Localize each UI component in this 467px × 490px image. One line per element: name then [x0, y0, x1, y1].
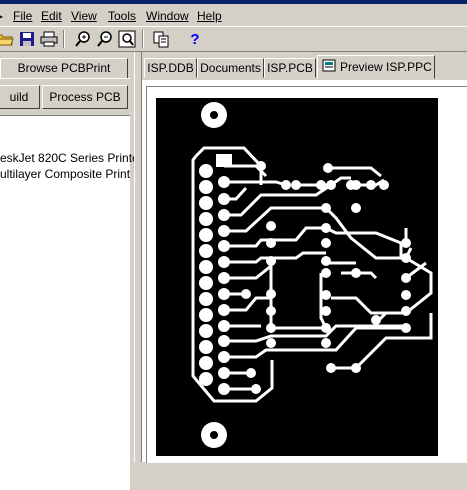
- menu-window[interactable]: Window: [146, 8, 189, 24]
- tab-browse-pcbprint[interactable]: Browse PCBPrint: [0, 58, 128, 78]
- menu-edit-label: Edit: [41, 9, 62, 23]
- toolbar-separator: [142, 30, 144, 48]
- toolbar: ?: [0, 26, 467, 52]
- document-tabs: ISP.DDB Documents ISP.PCB Preview ISP.PP…: [142, 52, 467, 80]
- tab-preview-label: Preview ISP.PPC: [340, 60, 432, 74]
- tab-isp-pcb[interactable]: ISP.PCB: [264, 58, 316, 78]
- menu-help[interactable]: Help: [197, 8, 222, 24]
- toolbar-separator: [63, 30, 65, 48]
- zoom-fit-icon[interactable]: [118, 30, 136, 48]
- zoom-in-icon[interactable]: [74, 30, 92, 48]
- menu-help-label: Help: [197, 9, 222, 23]
- copy-icon[interactable]: [152, 30, 170, 48]
- process-pcb-button[interactable]: Process PCB: [42, 85, 128, 109]
- tab-isp-ddb[interactable]: ISP.DDB: [144, 58, 197, 78]
- printer-item[interactable]: eskJet 820C Series Printer: [0, 150, 143, 166]
- menu-arrow-icon: ▸: [0, 9, 4, 23]
- browse-panel: Browse PCBPrint uild Process PCB eskJet …: [0, 52, 143, 490]
- panel-splitter[interactable]: [134, 52, 142, 462]
- menu-view[interactable]: View: [71, 8, 97, 24]
- pcb-board-preview[interactable]: [156, 98, 438, 456]
- help-icon[interactable]: ?: [186, 30, 204, 48]
- menu-window-label: Window: [146, 9, 189, 23]
- printer-list: eskJet 820C Series Printer ultilayer Com…: [0, 115, 143, 490]
- menu-tools[interactable]: Tools: [108, 8, 136, 24]
- menu-tools-label: Tools: [108, 9, 137, 23]
- pcb-artwork: [191, 102, 433, 448]
- menu-edit[interactable]: Edit: [41, 8, 62, 24]
- menu-file[interactable]: File: [13, 8, 32, 24]
- open-folder-icon[interactable]: [0, 30, 14, 48]
- browse-panel-body: uild Process PCB eskJet 820C Series Prin…: [0, 78, 143, 490]
- tab-preview-isp-ppc[interactable]: Preview ISP.PPC: [317, 55, 435, 79]
- menu-view-label: View: [71, 9, 97, 23]
- printer-item[interactable]: ultilayer Composite Print: [0, 166, 130, 182]
- print-icon[interactable]: [40, 30, 58, 48]
- menu-bar: ▸ File Edit View Tools Window Help: [0, 4, 467, 26]
- preview-icon: [322, 57, 336, 79]
- menu-file-label: File: [13, 9, 33, 23]
- build-button[interactable]: uild: [0, 85, 40, 109]
- zoom-out-icon[interactable]: [96, 30, 114, 48]
- tab-documents[interactable]: Documents: [197, 58, 264, 78]
- save-icon[interactable]: [18, 30, 36, 48]
